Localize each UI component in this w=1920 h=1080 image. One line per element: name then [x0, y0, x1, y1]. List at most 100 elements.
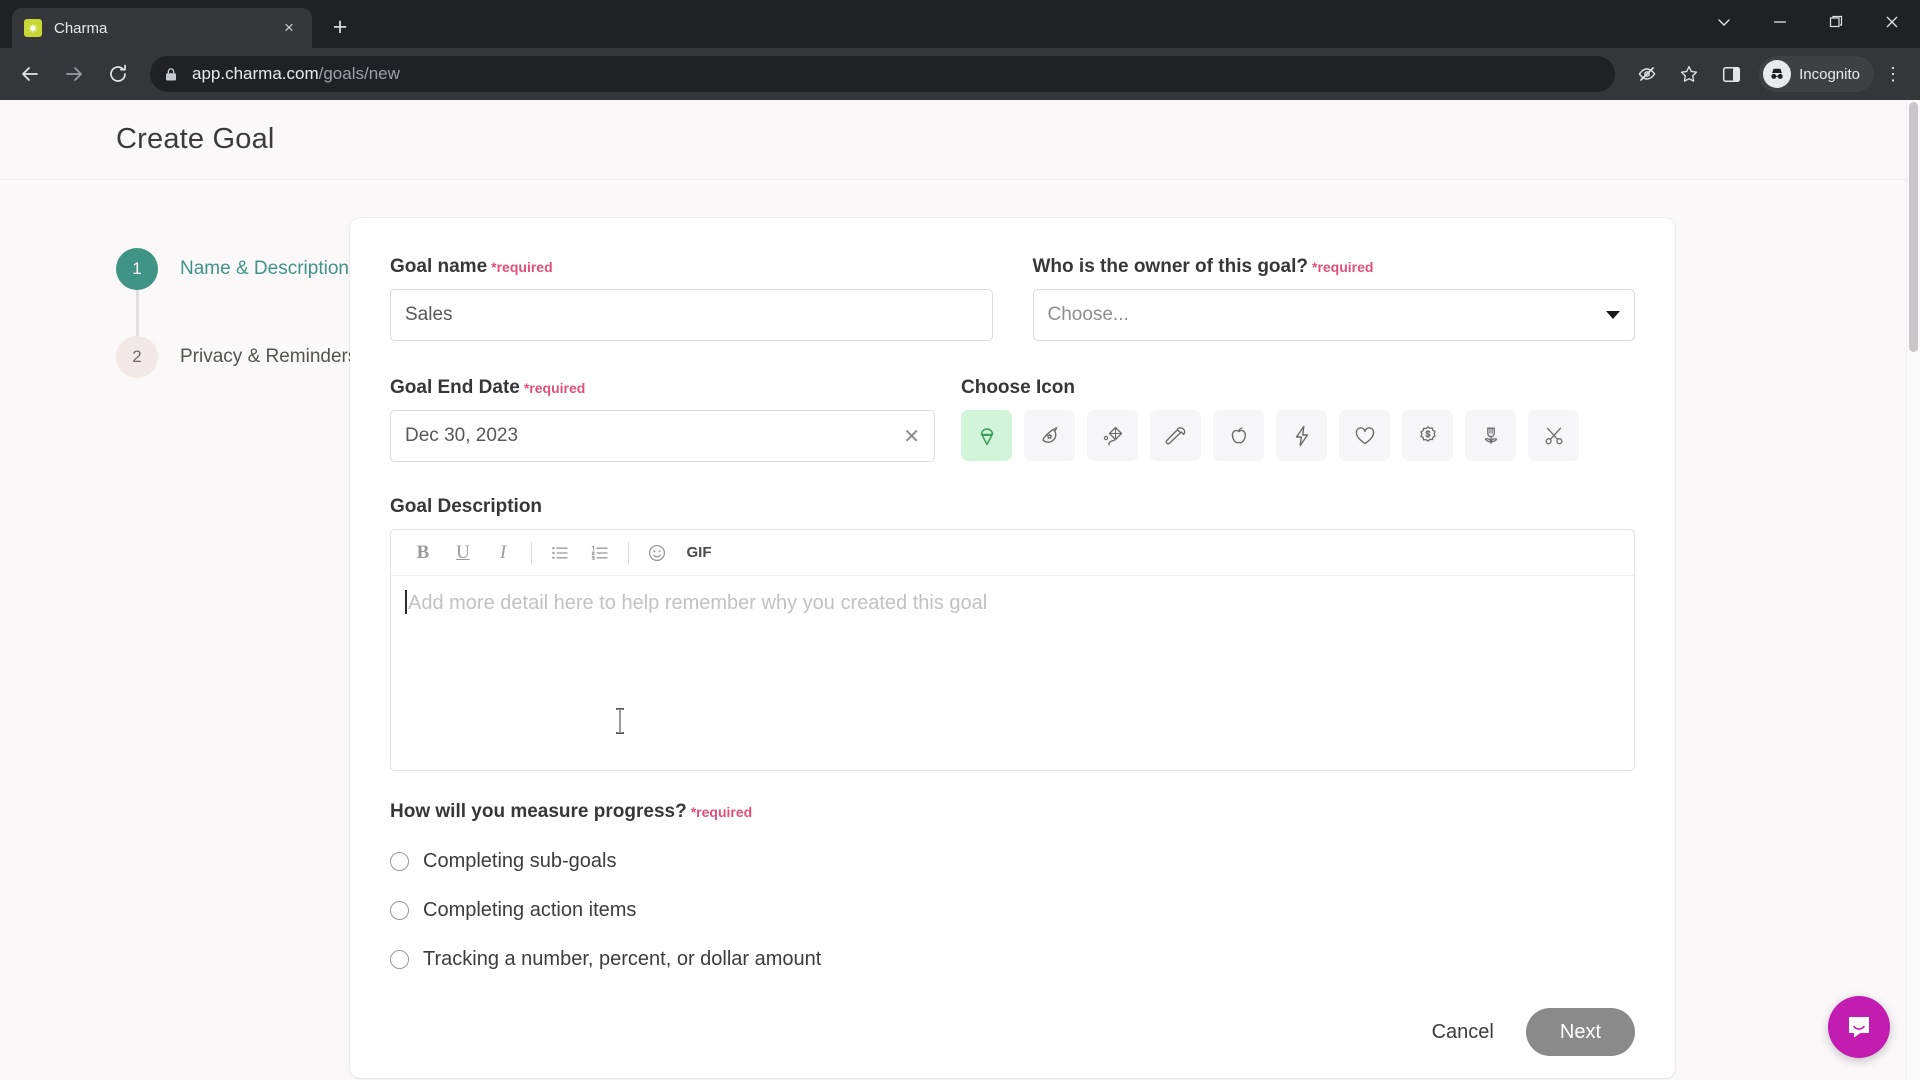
goal-name-input[interactable]: Sales — [390, 289, 993, 341]
goal-name-label: Goal name *required — [390, 256, 993, 278]
close-tab-icon[interactable]: × — [278, 18, 300, 38]
stepper-item-privacy-reminders[interactable]: 2 Privacy & Reminders — [116, 336, 357, 378]
toolbar-right-actions: Incognito ⋮ — [1627, 54, 1910, 94]
next-button[interactable]: Next — [1525, 1008, 1635, 1056]
goal-name-value: Sales — [405, 304, 453, 325]
tab-search-icon[interactable] — [1696, 0, 1752, 44]
stepper-item-label: Name & Description — [180, 258, 349, 279]
required-marker: *required — [523, 380, 586, 396]
goal-name-label-text: Goal name — [390, 256, 488, 277]
radio-option-completing-action-items[interactable]: Completing action items — [390, 886, 1635, 935]
icon-option-hammer[interactable] — [1150, 410, 1201, 461]
profile-incognito-button[interactable]: Incognito — [1759, 56, 1874, 92]
new-tab-button[interactable]: + — [322, 9, 358, 45]
measure-progress-group: How will you measure progress? *required… — [390, 801, 1635, 984]
clear-date-icon[interactable]: ✕ — [893, 424, 920, 449]
window-controls — [1696, 0, 1920, 44]
goal-end-date-value: Dec 30, 2023 — [405, 425, 519, 446]
create-goal-form-card: Goal name *required Sales Who is the own… — [350, 218, 1675, 1078]
icon-option-kite[interactable] — [1087, 410, 1138, 461]
page-content: 1 Name & Description 2 Privacy & Reminde… — [0, 180, 1920, 1078]
address-bar[interactable]: app.charma.com/goals/new — [150, 56, 1616, 92]
back-icon[interactable] — [10, 54, 50, 94]
emoji-icon[interactable] — [637, 533, 677, 573]
icon-option-ice-cream[interactable] — [961, 410, 1012, 461]
side-panel-icon[interactable] — [1711, 54, 1751, 94]
goal-end-date-label-text: Goal End Date — [390, 377, 520, 398]
radio-button[interactable] — [390, 852, 409, 871]
stepper-connector — [136, 290, 139, 336]
icon-option-dollar-badge[interactable] — [1402, 410, 1453, 461]
radio-label: Tracking a number, percent, or dollar am… — [423, 948, 822, 970]
form-row-date-icons: Goal End Date *required Dec 30, 2023 ✕ C… — [390, 377, 1635, 462]
radio-button[interactable] — [390, 950, 409, 969]
required-marker: *required — [1312, 259, 1374, 275]
eye-slash-icon[interactable] — [1627, 54, 1667, 94]
url-path: /goals/new — [318, 64, 400, 83]
underline-icon[interactable]: U — [443, 533, 483, 573]
address-bar-url: app.charma.com/goals/new — [192, 64, 400, 84]
bold-icon[interactable]: B — [403, 533, 443, 573]
browser-menu-icon[interactable]: ⋮ — [1876, 64, 1910, 85]
page-scrollbar[interactable] — [1906, 100, 1920, 1080]
browser-tab-title: Charma — [54, 19, 108, 37]
form-footer: Cancel Next — [350, 986, 1675, 1078]
icon-option-scissors[interactable] — [1528, 410, 1579, 461]
goal-owner-select[interactable]: Choose... — [1032, 289, 1635, 341]
rich-text-editor[interactable]: B U I GIF Add more detail here to help r… — [390, 529, 1635, 771]
icon-option-lightning-bolt[interactable] — [1276, 410, 1327, 461]
url-host: app.charma.com — [192, 64, 319, 83]
gif-icon[interactable]: GIF — [677, 533, 721, 573]
radio-option-completing-sub-goals[interactable]: Completing sub-goals — [390, 837, 1635, 886]
minimize-window-icon[interactable] — [1752, 0, 1808, 44]
close-window-icon[interactable] — [1864, 0, 1920, 44]
stepper-item-name-description[interactable]: 1 Name & Description — [116, 248, 350, 290]
goal-owner-field-group: Who is the owner of this goal? *required… — [1032, 256, 1635, 341]
form-row-name-owner: Goal name *required Sales Who is the own… — [390, 256, 1635, 341]
intercom-messenger-button[interactable] — [1828, 996, 1890, 1058]
goal-owner-label-text: Who is the owner of this goal? — [1032, 256, 1309, 277]
forward-icon[interactable] — [54, 54, 94, 94]
icon-option-comet[interactable] — [1024, 410, 1075, 461]
page-title: Create Goal — [116, 123, 275, 155]
text-caret — [405, 590, 407, 614]
choose-icon-label-text: Choose Icon — [961, 377, 1076, 398]
icon-option-heart[interactable] — [1339, 410, 1390, 461]
step-number-badge: 2 — [116, 336, 158, 378]
reload-icon[interactable] — [98, 54, 138, 94]
wizard-stepper: 1 Name & Description 2 Privacy & Reminde… — [0, 218, 357, 1078]
browser-window: ✷ Charma × + app.charma.com/goals/new In… — [0, 0, 1920, 1080]
radio-option-tracking-number[interactable]: Tracking a number, percent, or dollar am… — [390, 935, 1635, 984]
maximize-window-icon[interactable] — [1808, 0, 1864, 44]
rich-text-input-area[interactable]: Add more detail here to help remember wh… — [391, 576, 1634, 770]
charma-favicon-icon: ✷ — [24, 19, 42, 37]
choose-icon-label: Choose Icon — [961, 377, 1635, 399]
stepper-item-label: Privacy & Reminders — [180, 346, 358, 367]
required-marker: *required — [491, 259, 553, 275]
incognito-avatar-icon — [1763, 60, 1792, 88]
browser-tab-strip: ✷ Charma × + — [0, 0, 1920, 48]
italic-icon[interactable]: I — [483, 533, 523, 573]
icon-option-apple[interactable] — [1213, 410, 1264, 461]
browser-toolbar: app.charma.com/goals/new Incognito ⋮ — [0, 48, 1920, 100]
scrollbar-thumb[interactable] — [1909, 102, 1918, 352]
bulleted-list-icon[interactable] — [540, 533, 580, 573]
icon-picker — [961, 410, 1635, 461]
numbered-list-icon[interactable] — [580, 533, 620, 573]
choose-icon-group: Choose Icon — [961, 377, 1635, 462]
goal-end-date-field-group: Goal End Date *required Dec 30, 2023 ✕ — [390, 377, 935, 462]
page-viewport: Create Goal 1 Name & Description 2 Priva… — [0, 100, 1920, 1080]
goal-end-date-input[interactable]: Dec 30, 2023 ✕ — [390, 410, 935, 462]
toolbar-separator — [531, 541, 532, 564]
browser-tab[interactable]: ✷ Charma × — [12, 8, 312, 48]
mouse-cursor-ibeam — [616, 708, 624, 734]
cancel-button[interactable]: Cancel — [1432, 1021, 1494, 1044]
goal-owner-value: Choose... — [1047, 304, 1129, 325]
goal-description-group: Goal Description B U I GIF Add more deta… — [390, 496, 1635, 771]
star-icon[interactable] — [1669, 54, 1709, 94]
icon-option-flower[interactable] — [1465, 410, 1516, 461]
chevron-down-icon — [1606, 311, 1620, 319]
radio-button[interactable] — [390, 901, 409, 920]
required-marker: *required — [690, 804, 753, 820]
goal-description-label: Goal Description — [390, 496, 1635, 518]
